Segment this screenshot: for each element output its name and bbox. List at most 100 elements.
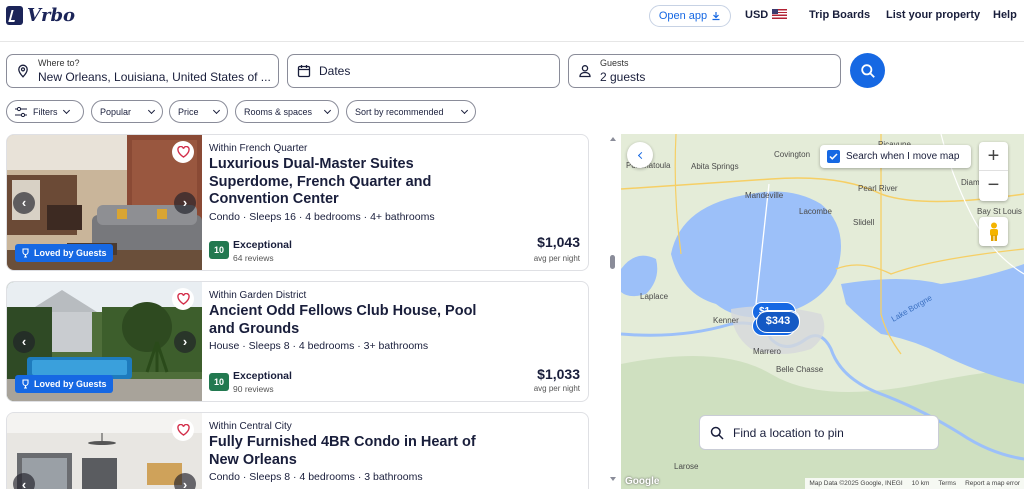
filters-button[interactable]: Filters [6,100,84,123]
google-logo[interactable]: Google [625,476,659,487]
chevron-down-icon [147,106,156,114]
review-count: 90 reviews [233,384,274,394]
dates-label: Dates [319,64,351,78]
listing-location: Within French Quarter [209,143,308,154]
chevron-right-icon: › [182,334,188,349]
price-note: avg per night [533,254,580,263]
search-icon [860,63,875,78]
next-photo-button[interactable]: › [174,330,196,353]
search-button[interactable] [850,53,885,88]
guests-label: Guests [600,58,629,68]
save-to-trip-board-button[interactable] [172,419,194,441]
chevron-right-icon: › [182,476,188,489]
listing-card[interactable]: ‹ › Within Central City Fully Furnished … [6,412,589,489]
review-score: 10 [209,241,229,259]
listing-details: Condo · Sleeps 16 · 4 bedrooms · 4+ bath… [209,211,435,223]
person-icon [579,65,591,78]
search-when-move-toggle[interactable]: Search when I move map [820,145,971,168]
scroll-up-icon[interactable] [609,136,617,142]
next-photo-button[interactable]: › [174,191,196,214]
listing-photo[interactable]: ‹ › Loved by Guests [7,282,202,401]
chevron-down-icon [323,106,332,114]
listing-title[interactable]: Ancient Odd Fellows Club House, Pool and… [209,303,489,338]
find-location-input[interactable]: Find a location to pin [699,415,939,450]
rooms-spaces-filter[interactable]: Rooms & spaces [235,100,339,123]
popular-label: Popular [100,106,132,117]
chevron-down-icon [460,106,469,114]
map-place-label: Laplace [640,292,669,301]
map-place-label: Kenner [713,316,739,325]
popular-filter[interactable]: Popular [91,100,163,123]
map-data-credit[interactable]: Map Data ©2025 Google, INEGI [809,480,902,487]
scroll-thumb[interactable] [610,255,615,269]
terms-link[interactable]: Terms [938,480,956,487]
previous-photo-button[interactable]: ‹ [13,473,35,489]
next-photo-button[interactable]: › [174,473,196,489]
map-place-label: Bay St Louis [977,207,1022,216]
review-count: 64 reviews [233,253,274,263]
trophy-icon [22,379,29,389]
previous-photo-button[interactable]: ‹ [13,330,35,353]
previous-photo-button[interactable]: ‹ [13,191,35,214]
help-link[interactable]: Help [993,9,1017,21]
map-attribution: Map Data ©2025 Google, INEGI 10 km Terms… [805,478,1024,489]
search-when-move-label: Search when I move map [846,151,960,162]
sort-dropdown[interactable]: Sort by recommended [346,100,476,123]
listing-scrollbar[interactable] [609,134,617,489]
destination-value: New Orleans, Louisiana, United States of… [38,70,271,84]
chevron-left-icon: ‹ [21,334,27,349]
price-pin-cluster[interactable]: $1 $343 [752,302,800,342]
listing-title[interactable]: Fully Furnished 4BR Condo in Heart of Ne… [209,434,489,469]
listing-photo[interactable]: ‹ › Loved by Guests [7,135,202,270]
guests-field[interactable]: Guests 2 guests [568,54,841,88]
destination-field[interactable]: Where to? New Orleans, Louisiana, United… [6,54,279,88]
loved-by-guests-label: Loved by Guests [34,379,107,389]
trip-boards-link[interactable]: Trip Boards [809,9,870,21]
sort-label: Sort by recommended [355,106,444,117]
map-place-label: Larose [674,462,699,471]
report-map-error-link[interactable]: Report a map error [965,480,1020,487]
vrbo-logo[interactable]: Vrbo [6,5,75,26]
heart-icon [176,293,190,305]
scroll-down-icon[interactable] [609,476,617,482]
street-view-pegman[interactable] [979,217,1008,246]
nightly-price: $1,043 [537,234,580,250]
save-to-trip-board-button[interactable] [172,288,194,310]
search-icon [710,426,724,440]
map-place-label: Pearl River [858,184,898,193]
price-filter[interactable]: Price [169,100,228,123]
checkbox-checked-icon[interactable] [827,150,840,163]
listing-details: Condo · Sleeps 8 · 4 bedrooms · 3 bathro… [209,471,423,483]
map-scale[interactable]: 10 km [912,480,930,487]
collapse-map-button[interactable] [627,142,653,168]
trophy-icon [22,248,29,258]
heart-icon [176,424,190,436]
dates-field[interactable]: Dates [287,54,560,88]
list-property-link[interactable]: List your property [886,9,980,21]
map-panel[interactable]: Covington Mandeville Lacombe Slidell Pea… [621,134,1024,489]
rooms-spaces-label: Rooms & spaces [244,106,313,117]
listing-photo[interactable]: ‹ › [7,413,202,489]
price-pin[interactable]: $343 [756,311,800,333]
loved-by-guests-badge: Loved by Guests [15,375,113,393]
rating-word: Exceptional [233,239,292,251]
map-place-label: Lacombe [799,207,832,216]
zoom-out-button[interactable]: − [979,171,1008,200]
listing-title[interactable]: Luxurious Dual-Master Suites Superdome, … [209,156,489,209]
chevron-right-icon: › [182,195,188,210]
review-score: 10 [209,373,229,391]
chevron-left-icon [637,151,646,159]
currency-selector[interactable]: USD [745,9,788,21]
filters-label: Filters [33,106,58,117]
save-to-trip-board-button[interactable] [172,141,194,163]
listing-card[interactable]: ‹ › Loved by Guests Within Garden Distri… [6,281,589,402]
zoom-in-button[interactable]: + [979,142,1008,171]
loved-by-guests-badge: Loved by Guests [15,244,113,262]
rating-word: Exceptional [233,370,292,382]
map-place-label: Mandeville [745,191,784,200]
listing-card[interactable]: ‹ › Loved by Guests Within French Quarte… [6,134,589,271]
find-location-placeholder: Find a location to pin [733,425,844,440]
open-app-button[interactable]: Open app [649,5,731,27]
map-place-label: Marrero [753,347,782,356]
listing-results: ‹ › Loved by Guests Within French Quarte… [0,134,612,489]
